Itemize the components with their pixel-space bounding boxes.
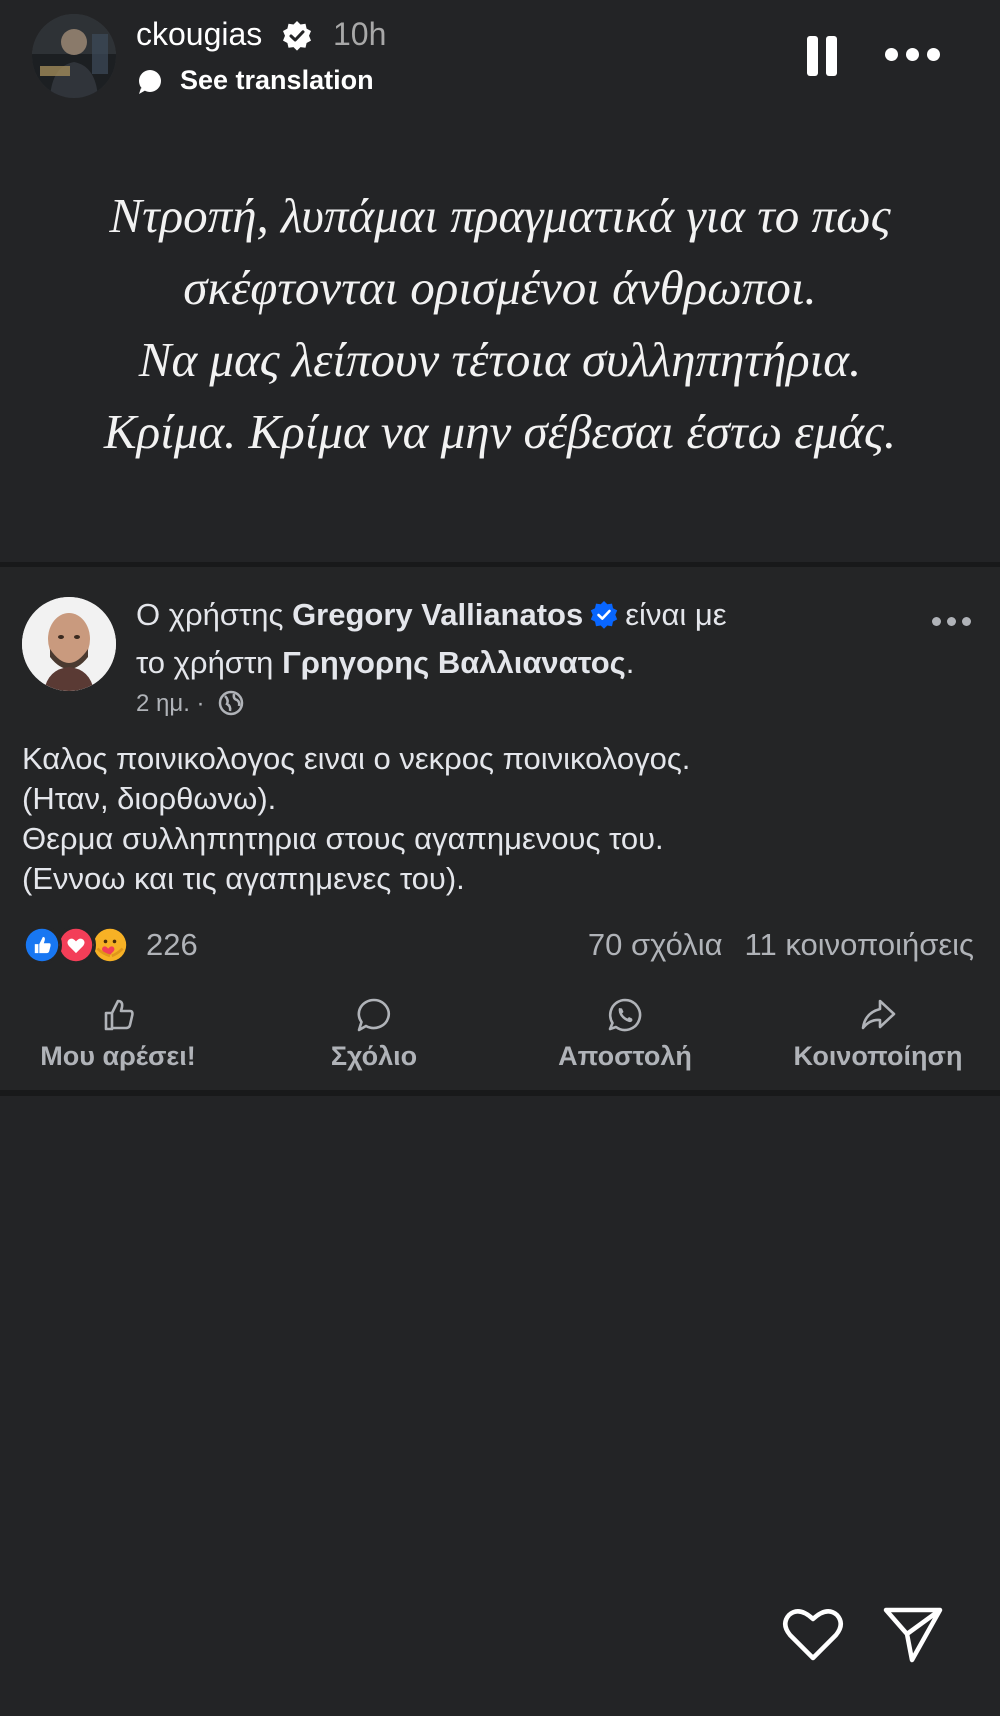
avatar-image	[22, 597, 116, 691]
more-options-button[interactable]	[885, 46, 941, 64]
verified-badge-icon	[591, 601, 618, 629]
comment-bubble-icon	[357, 998, 390, 1032]
comment-button[interactable]: Σχόλιο	[292, 995, 456, 1085]
quote-line: Να μας λείπουν τέτοια συλληπητήρια.	[138, 332, 862, 387]
avatar-image	[32, 14, 116, 98]
post-body-line: Θερμα συλληπητηρια στους αγαπημενους του…	[22, 821, 664, 856]
share-arrow-icon	[861, 999, 896, 1030]
meta-separator: ·	[196, 690, 205, 717]
header-suffix: .	[625, 645, 635, 680]
post-author-name[interactable]: Gregory Vallianatos	[292, 597, 583, 632]
pause-button[interactable]	[805, 36, 839, 76]
post-meta: 2 ημ. ·	[136, 689, 245, 718]
comment-label: Σχόλιο	[330, 1041, 418, 1071]
globe-icon	[218, 690, 244, 716]
story-header: ckougias 10h See translation	[0, 0, 1000, 110]
divider	[0, 1090, 1000, 1096]
send-label: Αποστολή	[558, 1041, 692, 1071]
story-time: 10h	[333, 16, 387, 52]
translate-bubble-icon	[139, 70, 161, 94]
post-time[interactable]: 2 ημ.	[136, 690, 190, 717]
like-button[interactable]: Μου αρέσει!	[12, 995, 224, 1085]
like-label: Μου αρέσει!	[40, 1041, 196, 1071]
send-icon[interactable]	[882, 1604, 944, 1664]
post-more-options-button[interactable]	[932, 617, 972, 629]
post-body-line: Καλος ποινικολογος ειναι ο νεκρος ποινικ…	[22, 741, 691, 776]
header-with-prefix: το χρήστη	[136, 645, 274, 680]
shared-post-card[interactable]: Ο χρήστης Gregory Vallianatos είναι με τ…	[0, 567, 1000, 1090]
like-reaction-icon	[22, 925, 62, 965]
header-middle: είναι με	[625, 597, 727, 632]
send-whatsapp-button[interactable]: Αποστολή	[534, 995, 716, 1085]
shares-count[interactable]: 11 κοινοποιήσεις	[745, 927, 974, 962]
thumbs-up-icon	[104, 999, 134, 1031]
verified-badge-icon	[283, 21, 311, 51]
tagged-user-name[interactable]: Γρηγορης Βαλλιανατος	[282, 645, 626, 680]
reactions-count: 226	[146, 927, 198, 962]
post-header: Ο χρήστης Gregory Vallianatos είναι με τ…	[136, 591, 896, 687]
post-body-line: (Εννοω και τις αγαπημενες του).	[22, 861, 465, 896]
care-reaction-icon	[90, 925, 130, 965]
quote-line: σκέφτονται ορισμένοι άνθρωποι.	[183, 260, 817, 315]
story-quote: Ντροπή, λυπάμαι πραγματικά για το πως σκ…	[0, 180, 1000, 468]
share-label: Κοινοποίηση	[793, 1041, 963, 1071]
post-body-line: (Ηταν, διορθωνω).	[22, 781, 277, 816]
love-reaction-icon	[56, 925, 96, 965]
see-translation-button[interactable]: See translation	[180, 65, 374, 96]
avatar[interactable]	[32, 14, 116, 98]
post-author-avatar[interactable]	[22, 597, 116, 691]
story-username[interactable]: ckougias	[136, 16, 262, 53]
comments-count[interactable]: 70 σχόλια	[588, 927, 723, 962]
post-body: Καλος ποινικολογος ειναι ο νεκρος ποινικ…	[22, 739, 982, 899]
heart-icon[interactable]	[782, 1606, 844, 1662]
share-button[interactable]: Κοινοποίηση	[772, 995, 984, 1085]
pause-icon	[807, 36, 818, 76]
header-prefix: Ο χρήστης	[136, 597, 284, 632]
quote-line: Κρίμα. Κρίμα να μην σέβεσαι έστω εμάς.	[103, 404, 897, 459]
post-stats: 70 σχόλια 11 κοινοποιήσεις	[588, 927, 974, 963]
post-action-bar: Μου αρέσει! Σχόλιο Αποστολή Κοινοποίηση	[0, 995, 1000, 1085]
quote-line: Ντροπή, λυπάμαι πραγματικά για το πως	[109, 188, 891, 243]
whatsapp-icon	[608, 998, 642, 1032]
